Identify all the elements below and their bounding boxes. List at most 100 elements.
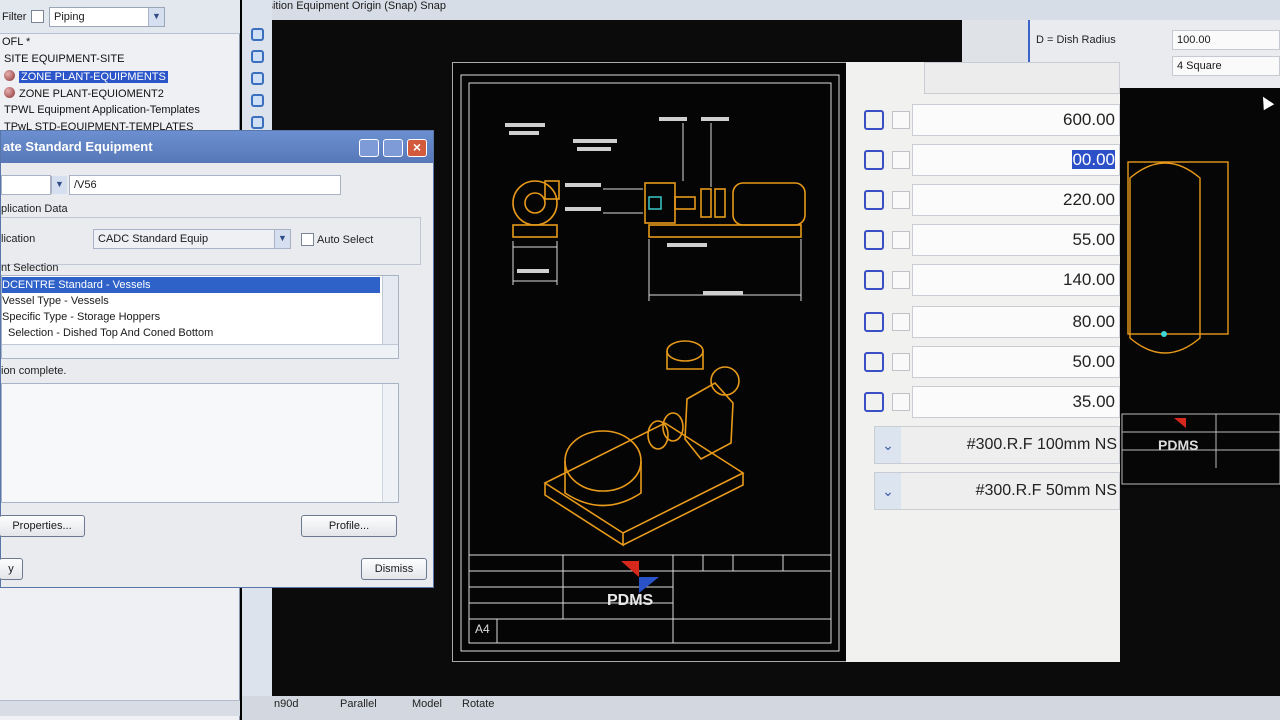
value-text-3: 220.00 [1063, 190, 1115, 209]
value-row-5: 140.00 [846, 264, 1120, 296]
name-field[interactable]: /V56 [69, 175, 341, 195]
status-bar: n90d Parallel Model Rotate [242, 696, 1280, 720]
nozzle-spec-combo-2[interactable]: ⌄ #300.R.F 50mm NS [874, 472, 1120, 510]
description-scrollbar[interactable] [382, 384, 398, 502]
chevron-down-icon[interactable]: ▼ [148, 8, 164, 26]
tree-item-tpwl-templates[interactable]: TPWL Equipment Application-Templates [4, 104, 200, 116]
sheet-outer-border [460, 74, 840, 652]
vessel-preview: PDMS [1120, 88, 1280, 488]
status-text: ion complete. [1, 365, 67, 377]
lock-checkbox[interactable] [892, 151, 910, 169]
lock-checkbox[interactable] [892, 353, 910, 371]
tree-item-zone-equioment2[interactable]: ZONE PLANT-EQUIOMENT2 [4, 87, 164, 100]
nozzle-spec-text-2: #300.R.F 50mm NS [975, 482, 1117, 499]
list-scrollbar[interactable] [382, 276, 398, 344]
sheet-size-label: A4 [475, 622, 490, 636]
list-item[interactable]: DCENTRE Standard - Vessels [2, 277, 380, 293]
dismiss-button[interactable]: Dismiss [361, 558, 427, 580]
chevron-down-icon[interactable]: ▼ [274, 230, 290, 248]
value-input-1[interactable]: 600.00 [912, 104, 1120, 136]
dimension-icon[interactable] [864, 352, 884, 372]
shape-input[interactable]: 4 Square [1172, 56, 1280, 76]
filter-bar: Filter Piping ▼ [0, 0, 240, 34]
status-parallel[interactable]: Parallel [340, 696, 377, 712]
panel-header-field [924, 62, 1120, 94]
chevron-down-icon[interactable]: ▼ [51, 176, 67, 194]
minimize-icon[interactable] [359, 139, 379, 157]
list-item[interactable]: Selection - Dished Top And Coned Bottom [8, 325, 386, 341]
list-item[interactable]: Vessel Type - Vessels [2, 293, 380, 309]
dialog-title: ate Standard Equipment [3, 139, 153, 154]
dimension-lines [512, 123, 802, 301]
pump-front-view [512, 180, 560, 238]
dimension-icon[interactable] [864, 150, 884, 170]
tree-item-ofl[interactable]: OFL * [2, 36, 30, 48]
tree-item-site[interactable]: SITE EQUIPMENT-SITE [4, 53, 124, 65]
dimension-icon[interactable] [864, 230, 884, 250]
lock-checkbox[interactable] [892, 271, 910, 289]
list-horizontal-scrollbar[interactable] [2, 344, 398, 358]
pan-icon[interactable] [251, 72, 264, 85]
model-icon[interactable] [251, 28, 264, 41]
filter-select[interactable]: Piping ▼ [49, 7, 165, 27]
status-rotate[interactable]: Rotate [462, 696, 494, 712]
value-input-5[interactable]: 140.00 [912, 264, 1120, 296]
value-input-6[interactable]: 80.00 [912, 306, 1120, 338]
sheet-inner-border [468, 82, 832, 644]
nozzle-spec-combo-1[interactable]: ⌄ #300.R.F 100mm NS [874, 426, 1120, 464]
rotate-icon[interactable] [251, 94, 264, 107]
selection-label: nt Selection [1, 262, 59, 274]
close-icon[interactable]: × [407, 139, 427, 157]
chevron-down-icon[interactable]: ⌄ [875, 427, 901, 463]
explorer-scrollbar[interactable] [0, 700, 240, 716]
zone-icon [4, 70, 15, 81]
value-input-7[interactable]: 50.00 [912, 346, 1120, 378]
dimension-icon[interactable] [864, 392, 884, 412]
maximize-icon[interactable] [383, 139, 403, 157]
value-text-7: 50.00 [1072, 352, 1115, 371]
inset-pdms-logo: PDMS [1158, 437, 1198, 453]
view-icon[interactable] [251, 116, 264, 129]
lock-checkbox[interactable] [892, 111, 910, 129]
value-input-2[interactable]: 00.00 [912, 144, 1120, 176]
dimension-icon[interactable] [864, 312, 884, 332]
auto-select-label: Auto Select [317, 234, 374, 246]
dimension-icon[interactable] [864, 270, 884, 290]
zone-icon [4, 87, 15, 98]
value-input-3[interactable]: 220.00 [912, 184, 1120, 216]
vessel-origin-marker [1161, 331, 1167, 337]
value-row-8: 35.00 [846, 386, 1120, 418]
lock-checkbox[interactable] [892, 231, 910, 249]
lock-checkbox[interactable] [892, 393, 910, 411]
value-row-3: 220.00 [846, 184, 1120, 216]
status-model[interactable]: Model [412, 696, 442, 712]
dialog-title-bar[interactable]: ate Standard Equipment × [1, 131, 433, 163]
tree-item-zone-equipments[interactable]: ZONE PLANT-EQUIPMENTS [4, 70, 168, 83]
description-area[interactable] [1, 383, 399, 503]
pump-drawing: PDMS A4 [460, 74, 840, 652]
pump-isometric-view [543, 340, 745, 547]
list-item[interactable]: Specific Type - Storage Hoppers [2, 309, 380, 325]
application-select[interactable]: CADC Standard Equip [93, 229, 291, 249]
dimension-icon[interactable] [864, 190, 884, 210]
dimension-icon[interactable] [864, 110, 884, 130]
value-input-8[interactable]: 35.00 [912, 386, 1120, 418]
apply-button[interactable]: y [0, 558, 23, 580]
name-prefix-field[interactable] [1, 175, 51, 195]
value-row-6: 80.00 [846, 306, 1120, 338]
zoom-icon[interactable] [251, 50, 264, 63]
status-angle[interactable]: n90d [274, 696, 298, 712]
chevron-down-icon[interactable]: ⌄ [875, 473, 901, 509]
profile-button[interactable]: Profile... [301, 515, 397, 537]
equipment-selection-list[interactable]: DCENTRE Standard - Vessels Vessel Type -… [1, 275, 399, 359]
auto-select-checkbox[interactable] [301, 233, 314, 246]
value-input-4[interactable]: 55.00 [912, 224, 1120, 256]
filter-checkbox[interactable] [31, 10, 44, 23]
value-row-7: 50.00 [846, 346, 1120, 378]
dish-radius-input[interactable]: 100.00 [1172, 30, 1280, 50]
value-text-4: 55.00 [1072, 230, 1115, 249]
properties-button[interactable]: Properties... [0, 515, 85, 537]
lock-checkbox[interactable] [892, 313, 910, 331]
value-text-2: 00.00 [1072, 150, 1115, 169]
lock-checkbox[interactable] [892, 191, 910, 209]
